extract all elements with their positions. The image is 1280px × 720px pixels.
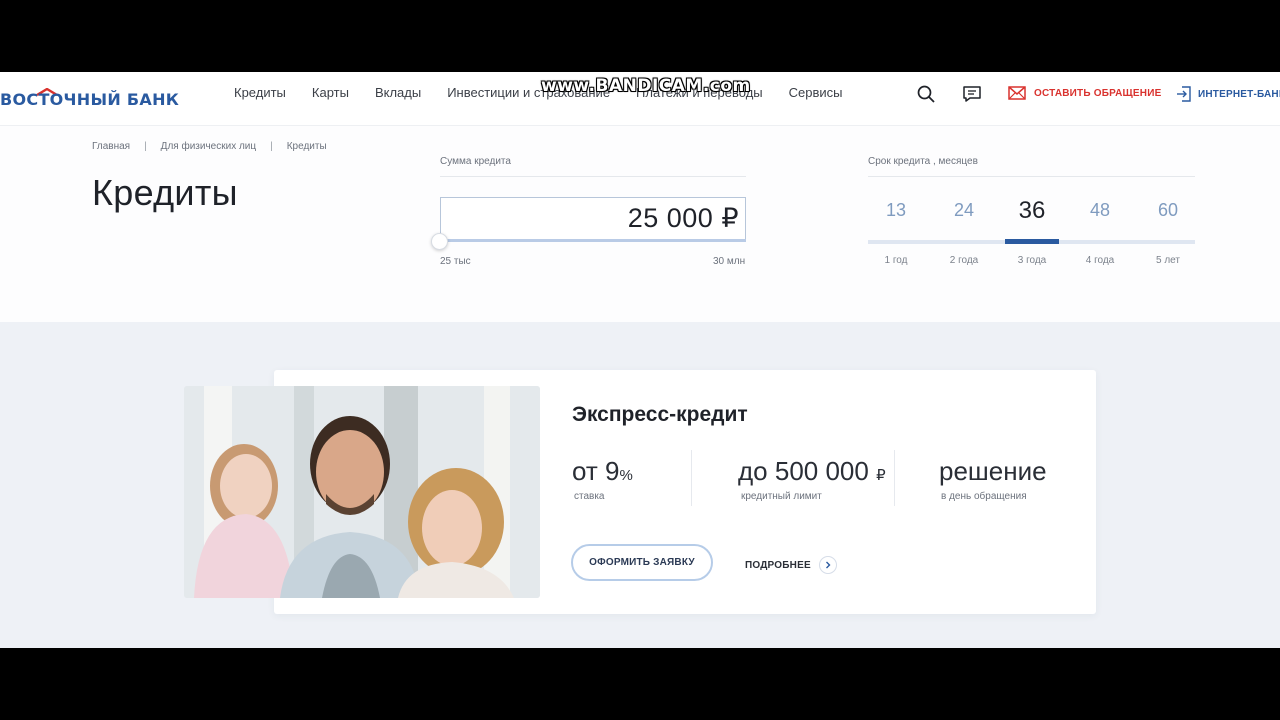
page-title: Кредиты xyxy=(92,172,238,213)
amount-slider-handle[interactable] xyxy=(431,233,448,250)
products-section: Экспресс-кредит от 9% ставка до 500 000 … xyxy=(0,322,1280,648)
rate-number: от 9 xyxy=(572,456,620,486)
login-icon xyxy=(1177,86,1191,102)
term-selected-indicator xyxy=(1005,239,1059,244)
breadcrumb-separator: | xyxy=(270,141,273,152)
limit-caption: кредитный лимит xyxy=(741,491,822,502)
nav-item-credits[interactable]: Кредиты xyxy=(234,85,286,101)
term-years-5: 5 лет xyxy=(1156,255,1180,266)
rate-unit: % xyxy=(619,467,633,484)
term-option-60[interactable]: 60 xyxy=(1138,200,1198,221)
nav-item-deposits[interactable]: Вклады xyxy=(375,85,421,101)
term-years-4: 4 года xyxy=(1085,255,1115,266)
nav-item-cards[interactable]: Карты xyxy=(312,85,349,101)
amount-min-label: 25 тыс xyxy=(440,256,471,267)
logo-text: ВОСТОЧНЫЙ БАНК xyxy=(0,90,180,109)
more-details-link[interactable]: ПОДРОБНЕЕ xyxy=(745,556,837,574)
amount-input[interactable]: 25 000 ₽ xyxy=(440,197,746,241)
more-details-label: ПОДРОБНЕЕ xyxy=(745,559,811,571)
chat-icon[interactable] xyxy=(962,84,982,104)
family-photo xyxy=(184,386,540,598)
breadcrumb-home[interactable]: Главная xyxy=(92,141,130,152)
internet-bank-button[interactable]: ИНТЕРНЕТ-БАНК xyxy=(1176,86,1280,102)
breadcrumb-individuals[interactable]: Для физических лиц xyxy=(161,141,256,152)
amount-value: 25 000 ₽ xyxy=(627,203,739,233)
amount-slider-track[interactable] xyxy=(440,239,746,242)
term-years-2: 2 года xyxy=(949,255,979,266)
video-letterbox-bottom xyxy=(0,648,1280,720)
amount-max-label: 30 млн xyxy=(713,256,746,267)
breadcrumb-credits[interactable]: Кредиты xyxy=(287,141,327,152)
term-option-36[interactable]: 36 xyxy=(1002,197,1062,225)
video-letterbox-top xyxy=(0,0,1280,72)
term-option-48[interactable]: 48 xyxy=(1070,200,1130,221)
limit-unit: ₽ xyxy=(876,467,886,484)
amount-label: Сумма кредита xyxy=(440,156,511,167)
product-title: Экспресс-кредит xyxy=(572,403,748,426)
search-icon[interactable] xyxy=(916,84,936,104)
term-label: Срок кредита , месяцев xyxy=(868,156,978,167)
term-years-3: 3 года xyxy=(1017,255,1047,266)
rate-value: от 9% xyxy=(572,456,633,487)
breadcrumb-separator: | xyxy=(144,141,147,152)
nav-item-services[interactable]: Сервисы xyxy=(789,85,843,101)
term-option-13[interactable]: 13 xyxy=(866,200,926,221)
amount-divider xyxy=(440,176,746,177)
stat-divider xyxy=(894,450,895,506)
envelope-icon xyxy=(1008,86,1026,100)
stat-divider xyxy=(691,450,692,506)
chevron-right-icon xyxy=(818,556,837,574)
internet-bank-label: ИНТЕРНЕТ-БАНК xyxy=(1198,88,1280,100)
recorder-watermark: www.BANDICAM.com xyxy=(541,76,751,96)
site-header: ВОСТОЧНЫЙ БАНК Кредиты Карты Вклады Инве… xyxy=(0,72,1280,126)
family-photo-illustration xyxy=(184,386,540,598)
limit-number: до 500 000 xyxy=(738,456,869,486)
appeal-label: ОСТАВИТЬ ОБРАЩЕНИЕ xyxy=(1034,87,1162,99)
breadcrumb: Главная | Для физических лиц | Кредиты xyxy=(92,141,327,152)
page: ВОСТОЧНЫЙ БАНК Кредиты Карты Вклады Инве… xyxy=(0,72,1280,648)
decision-value: решение xyxy=(939,456,1047,486)
term-divider xyxy=(868,176,1195,177)
bank-logo[interactable]: ВОСТОЧНЫЙ БАНК xyxy=(0,85,179,109)
term-years-1: 1 год xyxy=(884,255,908,266)
term-option-24[interactable]: 24 xyxy=(934,200,994,221)
rate-caption: ставка xyxy=(574,491,605,502)
limit-value: до 500 000 ₽ xyxy=(738,456,886,487)
decision-caption: в день обращения xyxy=(941,491,1027,502)
apply-button[interactable]: ОФОРМИТЬ ЗАЯВКУ xyxy=(571,544,713,581)
leave-appeal-button[interactable]: ОСТАВИТЬ ОБРАЩЕНИЕ xyxy=(1008,86,1161,100)
